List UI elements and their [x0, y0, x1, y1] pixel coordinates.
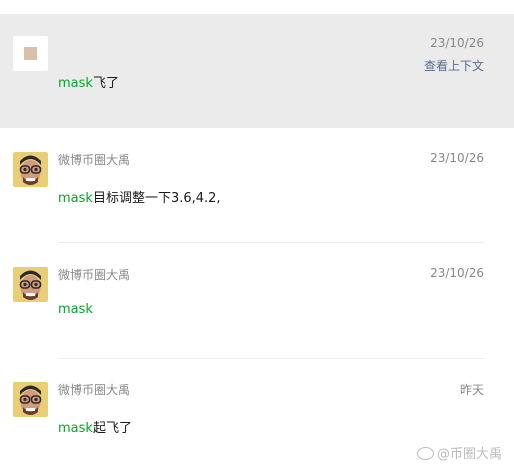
keyword-highlight: mask — [58, 421, 93, 436]
message-item-2[interactable]: 微博币圈大禹 23/10/26 mask目标调整一下3.6,4.2, — [0, 128, 514, 244]
cartoon-face-icon — [13, 267, 48, 302]
message-time: 23/10/26 — [430, 151, 484, 165]
cartoon-face-icon — [13, 152, 48, 187]
weibo-logo-icon — [416, 447, 434, 460]
view-context-link[interactable]: 查看上下文 — [424, 57, 484, 74]
avatar — [13, 382, 48, 417]
sender-name: 微博币圈大禹 — [58, 383, 131, 397]
message-text: mask目标调整一下3.6,4.2, — [58, 187, 221, 206]
top-strip — [0, 0, 514, 14]
cartoon-face-icon — [13, 382, 48, 417]
divider — [58, 242, 484, 243]
avatar-placeholder-icon — [24, 47, 37, 60]
message-text-rest: 目标调整一下3.6,4.2, — [92, 191, 221, 206]
avatar — [13, 152, 48, 187]
avatar — [13, 267, 48, 302]
message-text-rest: 起飞了 — [92, 421, 132, 436]
sender-name: 微博币圈大禹 — [58, 153, 131, 167]
keyword-highlight: mask — [58, 302, 93, 317]
watermark-text: @币圈大禹 — [436, 447, 502, 462]
message-text: mask飞了 — [58, 72, 119, 91]
sender-name: 微博币圈大禹 — [58, 268, 131, 282]
weibo-watermark: @币圈大禹 — [416, 443, 502, 462]
avatar — [13, 36, 48, 71]
message-time: 昨天 — [459, 383, 484, 397]
message-text-rest: 飞了 — [92, 76, 119, 91]
message-item-1[interactable]: 23/10/26 查看上下文 mask飞了 — [0, 14, 514, 128]
keyword-highlight: mask — [58, 191, 93, 206]
message-time: 23/10/26 — [430, 36, 484, 50]
message-text: mask起飞了 — [58, 417, 132, 436]
message-time: 23/10/26 — [430, 266, 484, 280]
message-text: mask — [58, 302, 93, 317]
divider — [58, 358, 484, 359]
keyword-highlight: mask — [58, 76, 93, 91]
message-item-3[interactable]: 微博币圈大禹 23/10/26 mask — [0, 244, 514, 360]
